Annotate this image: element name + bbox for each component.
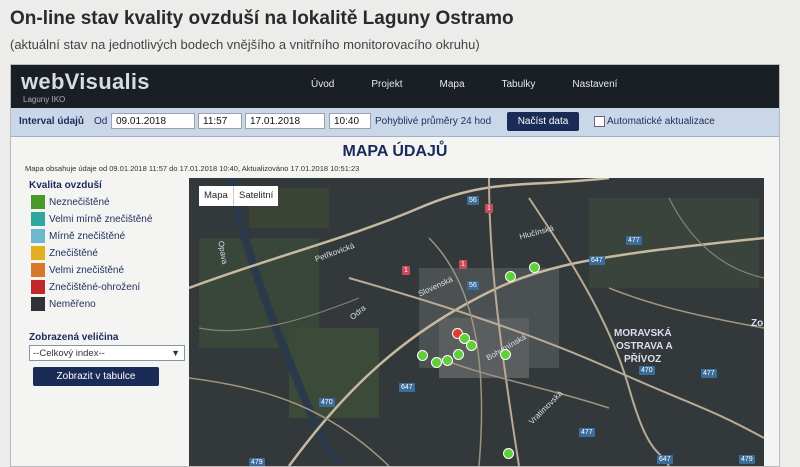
legend-item: Znečištěné-ohrožení: [31, 279, 140, 295]
filter-bar: Interval údajů Od 09.01.2018 11:57 17.01…: [11, 108, 779, 137]
legend-item: Mírně znečištěné: [31, 228, 125, 244]
legend-swatch: [31, 246, 45, 260]
road-shield: 479: [739, 455, 755, 464]
legend-item: Neměřeno: [31, 296, 96, 312]
map-type-satellite-button[interactable]: Satelitní: [233, 186, 279, 206]
legend-item: Velmi znečištěné: [31, 262, 124, 278]
show-table-button[interactable]: Zobrazit v tabulce: [33, 367, 159, 386]
auto-update-checkbox[interactable]: [594, 116, 605, 127]
legend-label: Neměřeno: [49, 298, 96, 310]
map-area-label: OSTRAVA A: [616, 341, 673, 352]
top-bar: webVisualis Laguny IKO Úvod Projekt Mapa…: [11, 65, 779, 108]
road-shield: 477: [579, 428, 595, 437]
road-shield: 477: [626, 236, 642, 245]
variable-select[interactable]: --Celkový index-- ▼: [29, 345, 185, 361]
legend-label: Znečištěné: [49, 247, 98, 259]
station-marker[interactable]: [505, 271, 516, 282]
legend-label: Mírně znečištěné: [49, 230, 126, 242]
interval-label: Interval údajů: [19, 116, 85, 127]
variable-select-value: --Celkový index--: [33, 348, 105, 359]
road-shield: 477: [701, 369, 717, 378]
app-logo-subtitle: Laguny IKO: [23, 95, 66, 104]
from-date-input[interactable]: 09.01.2018: [111, 113, 195, 129]
road-shield: 1: [459, 260, 467, 269]
road-shield: 647: [589, 256, 605, 265]
legend-swatch: [31, 280, 45, 294]
app-window: webVisualis Laguny IKO Úvod Projekt Mapa…: [10, 64, 780, 467]
legend-item: Velmi mírně znečištěné: [31, 211, 152, 227]
station-marker[interactable]: [466, 340, 477, 351]
load-data-button[interactable]: Načíst data: [507, 112, 579, 131]
legend-title: Kvalita ovzduší: [29, 180, 102, 191]
map-section-title: MAPA ÚDAJŮ: [342, 143, 448, 160]
map-area-label: MORAVSKÁ: [614, 328, 672, 339]
chevron-down-icon: ▼: [171, 348, 180, 358]
road-shield: 470: [639, 366, 655, 375]
road-shield: 1: [485, 204, 493, 213]
legend-swatch: [31, 212, 45, 226]
legend-label: Neznečištěné: [49, 196, 110, 208]
station-marker[interactable]: [503, 448, 514, 459]
map-area-label: PŘÍVOZ: [624, 354, 662, 365]
map-info-text: Mapa obsahuje údaje od 09.01.2018 11:57 …: [25, 164, 360, 173]
page-title: On-line stav kvality ovzduší na lokalitě…: [10, 8, 514, 29]
station-marker[interactable]: [417, 350, 428, 361]
legend-swatch: [31, 263, 45, 277]
legend-label: Znečištěné-ohrožení: [49, 281, 141, 293]
rolling-average-label: Pohyblivé průměry 24 hod: [375, 116, 492, 127]
legend-swatch: [31, 229, 45, 243]
map-view[interactable]: Mapa Satelitní MORAVSKÁ OSTRAVA A PŘÍVOZ…: [189, 178, 764, 466]
nav-item-uvod[interactable]: Úvod: [311, 79, 334, 90]
nav-item-tabulky[interactable]: Tabulky: [502, 79, 536, 90]
app-logo[interactable]: webVisualis: [21, 69, 150, 95]
road-shield: 1: [402, 266, 410, 275]
map-area-label: Zo: [751, 318, 764, 329]
road-shield: 647: [399, 383, 415, 392]
legend-label: Velmi znečištěné: [49, 264, 125, 276]
station-marker[interactable]: [529, 262, 540, 273]
variable-label: Zobrazená veličina: [29, 332, 119, 343]
nav-item-projekt[interactable]: Projekt: [371, 79, 402, 90]
main-nav: Úvod Projekt Mapa Tabulky Nastavení: [311, 79, 654, 90]
to-time-input[interactable]: 10:40: [329, 113, 371, 129]
legend-item: Neznečištěné: [31, 194, 110, 210]
station-marker[interactable]: [442, 355, 453, 366]
from-label: Od: [94, 116, 108, 127]
auto-update-label: Automatické aktualizace: [607, 116, 715, 127]
legend-label: Velmi mírně znečištěné: [49, 213, 153, 225]
map-type-map-button[interactable]: Mapa: [199, 186, 233, 206]
station-marker[interactable]: [500, 349, 511, 360]
legend-item: Znečištěné: [31, 245, 98, 261]
page-subtitle: (aktuální stav na jednotlivých bodech vn…: [10, 37, 480, 52]
road-shield: 56: [467, 281, 479, 290]
legend-swatch: [31, 297, 45, 311]
map-background: [189, 178, 764, 466]
road-shield: 470: [319, 398, 335, 407]
to-date-input[interactable]: 17.01.2018: [245, 113, 325, 129]
road-shield: 647: [657, 455, 673, 464]
from-time-input[interactable]: 11:57: [198, 113, 242, 129]
nav-item-mapa[interactable]: Mapa: [439, 79, 464, 90]
station-marker[interactable]: [431, 357, 442, 368]
road-shield: 56: [467, 196, 479, 205]
nav-item-nastaveni[interactable]: Nastavení: [572, 79, 617, 90]
station-marker[interactable]: [453, 349, 464, 360]
legend-swatch: [31, 195, 45, 209]
